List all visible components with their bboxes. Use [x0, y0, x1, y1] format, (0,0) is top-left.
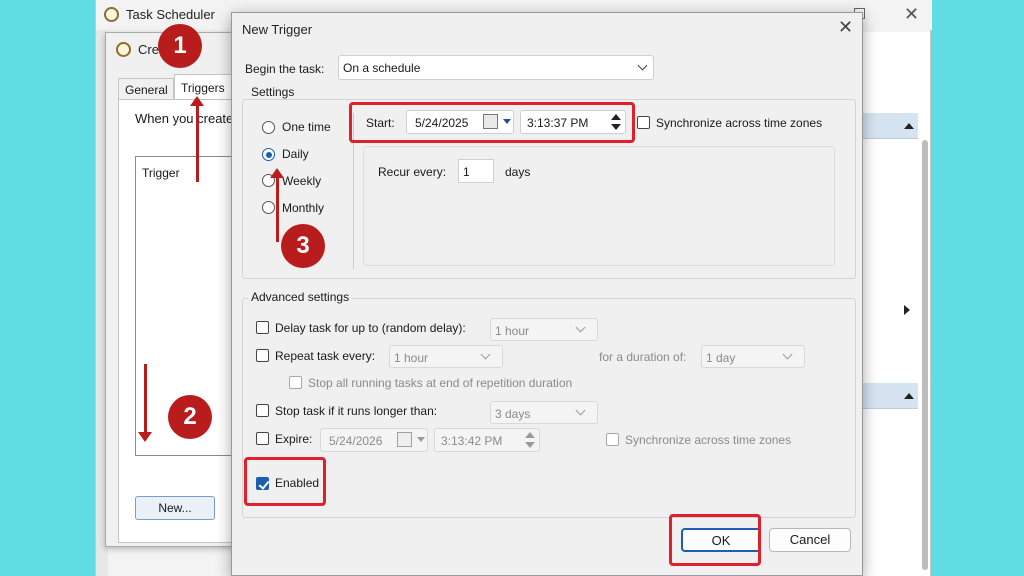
chevron-down-icon — [782, 349, 793, 360]
stop-all-tasks-checkbox[interactable] — [289, 376, 302, 389]
delay-select[interactable]: 1 hour — [490, 318, 598, 341]
task-scheduler-clock-icon — [104, 7, 119, 22]
duration-label: for a duration of: — [599, 350, 687, 364]
duration-value: 1 day — [706, 351, 736, 365]
repeat-task-label[interactable]: Repeat task every: — [275, 349, 375, 363]
arrow-up-icon — [270, 168, 284, 178]
expire-checkbox[interactable] — [256, 432, 269, 445]
expire-label[interactable]: Expire: — [275, 432, 312, 446]
chevron-down-icon — [480, 349, 491, 360]
step-1-badge: 1 — [158, 24, 202, 68]
begin-task-value: On a schedule — [343, 61, 421, 75]
expire-time-spinner[interactable]: 3:13:42 PM — [434, 428, 540, 452]
trigger-column-header[interactable]: Trigger — [142, 166, 180, 180]
begin-task-select[interactable]: On a schedule — [338, 55, 654, 80]
stop-if-longer-checkbox[interactable] — [256, 404, 269, 417]
dropdown-arrow-icon[interactable] — [417, 437, 425, 442]
recur-every-label: Recur every: — [378, 165, 447, 179]
radio-one-time[interactable] — [262, 121, 275, 134]
repeat-interval-select[interactable]: 1 hour — [389, 345, 503, 368]
sync-time-zones-label[interactable]: Synchronize across time zones — [656, 116, 822, 130]
calendar-icon[interactable] — [397, 432, 412, 447]
stop-if-longer-value: 3 days — [495, 407, 531, 421]
expire-date-value: 5/24/2026 — [329, 434, 383, 448]
step-2-badge: 2 — [168, 395, 212, 439]
radio-daily-label[interactable]: Daily — [282, 147, 309, 161]
radio-monthly[interactable] — [262, 201, 275, 214]
chevron-down-icon — [575, 322, 586, 333]
duration-select[interactable]: 1 day — [701, 345, 805, 368]
begin-task-label: Begin the task: — [245, 62, 325, 76]
create-task-clock-icon — [116, 42, 131, 57]
actions-scrollbar[interactable] — [922, 140, 928, 570]
expire-date-picker[interactable]: 5/24/2026 — [320, 428, 428, 452]
repeat-interval-value: 1 hour — [394, 351, 429, 365]
arrow-down-icon — [138, 432, 152, 442]
recur-every-input[interactable]: 1 — [458, 159, 494, 183]
stop-if-longer-label[interactable]: Stop task if it runs longer than: — [275, 404, 437, 418]
enabled-highlight-box — [244, 457, 326, 506]
step-2-arrow — [144, 364, 147, 434]
expire-sync-label[interactable]: Synchronize across time zones — [625, 433, 791, 447]
chevron-down-icon — [575, 405, 586, 416]
spin-down-icon[interactable] — [525, 442, 535, 448]
close-icon[interactable]: ✕ — [838, 17, 853, 38]
delay-task-label[interactable]: Delay task for up to (random delay): — [275, 321, 466, 335]
submenu-arrow-icon[interactable] — [904, 305, 910, 315]
tab-triggers[interactable]: Triggers — [174, 74, 234, 100]
collapse-up-icon[interactable] — [904, 393, 914, 399]
sync-time-zones-checkbox[interactable] — [637, 116, 650, 129]
triggers-description: When you create — [135, 111, 234, 126]
delay-task-checkbox[interactable] — [256, 321, 269, 334]
task-scheduler-title: Task Scheduler — [126, 7, 215, 22]
settings-group-label: Settings — [248, 85, 298, 99]
radio-one-time-label[interactable]: One time — [282, 120, 331, 134]
collapse-up-icon[interactable] — [904, 123, 914, 129]
recur-every-value: 1 — [463, 165, 470, 179]
radio-weekly-label[interactable]: Weekly — [282, 174, 321, 188]
start-highlight-box — [349, 102, 635, 143]
ok-highlight-box — [669, 514, 761, 566]
tab-general[interactable]: General — [118, 78, 174, 100]
step-3-badge: 3 — [281, 224, 325, 268]
chevron-down-icon — [637, 60, 648, 71]
expire-sync-checkbox[interactable] — [606, 433, 619, 446]
radio-monthly-label[interactable]: Monthly — [282, 201, 324, 215]
cancel-button[interactable]: Cancel — [769, 528, 851, 552]
recurrence-panel — [363, 146, 835, 266]
create-task-title: Cre — [138, 42, 159, 57]
arrow-up-icon — [190, 96, 204, 106]
stop-if-longer-select[interactable]: 3 days — [490, 401, 598, 424]
new-trigger-button[interactable]: New... — [135, 496, 215, 520]
delay-value: 1 hour — [495, 324, 530, 338]
step-1-arrow — [196, 104, 199, 182]
advanced-settings-label: Advanced settings — [248, 290, 353, 304]
task-scheduler-close-icon[interactable]: ✕ — [904, 4, 919, 25]
stop-all-tasks-label[interactable]: Stop all running tasks at end of repetit… — [308, 376, 572, 390]
recur-unit-label: days — [505, 165, 531, 179]
new-trigger-title: New Trigger — [242, 22, 313, 37]
spin-up-icon[interactable] — [525, 432, 535, 438]
step-3-arrow — [276, 176, 279, 242]
expire-time-value: 3:13:42 PM — [441, 434, 503, 448]
repeat-task-checkbox[interactable] — [256, 349, 269, 362]
radio-daily[interactable] — [262, 148, 275, 161]
